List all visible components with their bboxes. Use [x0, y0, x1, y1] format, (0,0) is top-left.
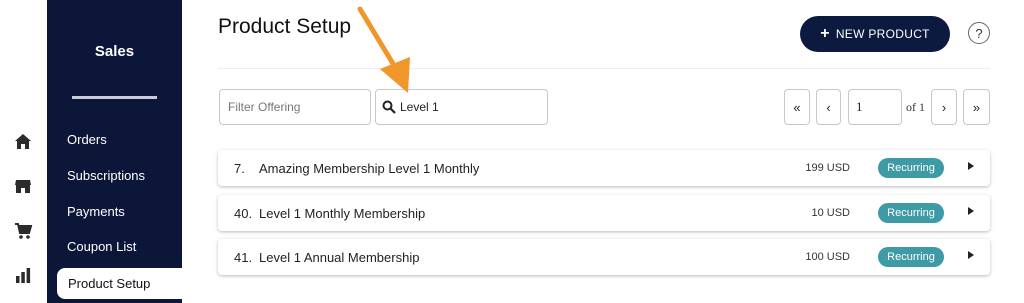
plus-icon: + — [820, 25, 830, 42]
next-page-button[interactable]: › — [931, 89, 957, 125]
sidebar-item-orders[interactable]: Orders — [67, 132, 107, 147]
recurring-badge: Recurring — [878, 203, 944, 223]
product-price: 199 USD — [805, 162, 850, 174]
search-icon — [382, 100, 396, 114]
expand-caret-icon[interactable] — [968, 162, 974, 170]
first-page-button[interactable]: « — [784, 89, 810, 125]
icon-rail — [0, 0, 47, 303]
product-row[interactable]: 40. Level 1 Monthly Membership 10 USD Re… — [218, 195, 990, 231]
app-root: Sales Orders Subscriptions Payments Coup… — [0, 0, 1024, 303]
sidebar-item-subscriptions[interactable]: Subscriptions — [67, 168, 145, 183]
bar-chart-icon[interactable] — [13, 265, 33, 285]
filter-offering-input[interactable] — [219, 89, 371, 125]
sidebar-item-product-setup[interactable]: Product Setup — [57, 268, 182, 299]
recurring-badge: Recurring — [878, 247, 944, 267]
product-name: Level 1 Annual Membership — [259, 250, 420, 265]
product-row[interactable]: 7. Amazing Membership Level 1 Monthly 19… — [218, 150, 990, 186]
page-title: Product Setup — [218, 15, 352, 38]
annotation-arrow-icon — [357, 6, 410, 93]
page-number-input[interactable]: 1 — [848, 89, 902, 125]
sidebar: Sales Orders Subscriptions Payments Coup… — [47, 0, 182, 303]
home-icon[interactable] — [13, 132, 33, 152]
product-price: 10 USD — [811, 207, 850, 219]
sidebar-item-payments[interactable]: Payments — [67, 204, 125, 219]
product-name: Level 1 Monthly Membership — [259, 206, 426, 221]
product-number: 41. — [234, 250, 253, 265]
product-name: Amazing Membership Level 1 Monthly — [259, 161, 480, 176]
cart-icon[interactable] — [13, 221, 33, 241]
product-row[interactable]: 41. Level 1 Annual Membership 100 USD Re… — [218, 239, 990, 275]
expand-caret-icon[interactable] — [968, 207, 974, 215]
new-product-label: NEW PRODUCT — [835, 27, 930, 41]
product-number: 7. — [234, 161, 245, 176]
sidebar-item-coupon-list[interactable]: Coupon List — [67, 239, 136, 254]
prev-page-button[interactable]: ‹ — [816, 89, 841, 125]
help-button[interactable]: ? — [968, 22, 990, 44]
last-page-button[interactable]: » — [963, 89, 990, 125]
product-price: 100 USD — [805, 251, 850, 263]
recurring-badge: Recurring — [878, 158, 944, 178]
store-icon[interactable] — [13, 176, 33, 196]
header-divider — [218, 68, 990, 69]
sidebar-title: Sales — [94, 43, 135, 60]
product-number: 40. — [234, 206, 253, 221]
new-product-button[interactable]: + NEW PRODUCT — [800, 16, 950, 52]
sidebar-divider — [72, 96, 157, 99]
page-count: of 1 — [906, 100, 925, 114]
expand-caret-icon[interactable] — [968, 251, 974, 259]
